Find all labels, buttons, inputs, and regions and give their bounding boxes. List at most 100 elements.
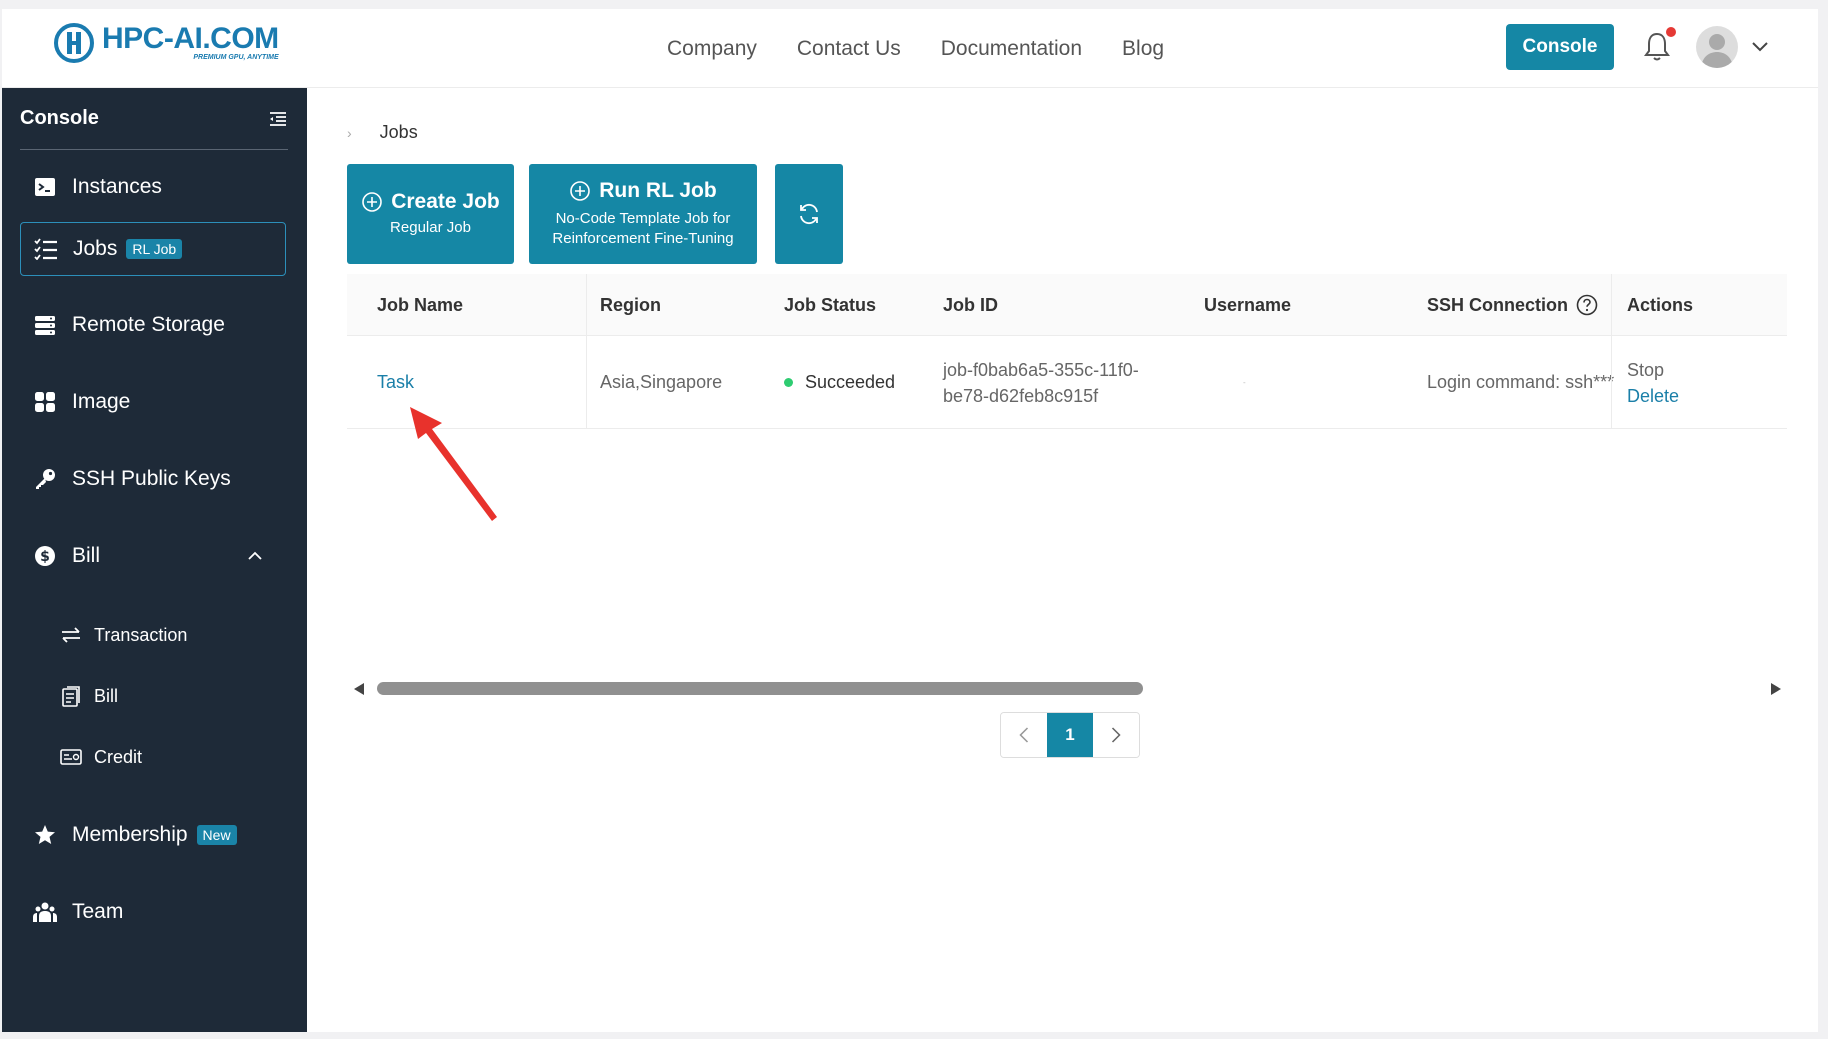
sidebar-item-team[interactable]: Team bbox=[20, 885, 286, 939]
sidebar-item-bill[interactable]: $ Bill bbox=[20, 529, 286, 583]
sidebar-item-label: Membership bbox=[72, 823, 188, 846]
scrollbar-thumb[interactable] bbox=[377, 682, 1143, 695]
sidebar-sub-bill[interactable]: Bill bbox=[60, 676, 118, 716]
chevron-right-icon bbox=[1111, 727, 1121, 743]
col-divider bbox=[586, 336, 587, 429]
create-job-title: Create Job bbox=[391, 190, 500, 213]
task-list-icon bbox=[34, 238, 57, 260]
sidebar-sub-transaction[interactable]: Transaction bbox=[60, 615, 187, 655]
cell-actions: Stop Delete bbox=[1627, 336, 1679, 429]
sidebar-item-image[interactable]: Image bbox=[20, 375, 286, 429]
sidebar-item-label: Instances bbox=[72, 175, 162, 198]
sidebar-sub-credit[interactable]: Credit bbox=[60, 737, 142, 777]
sidebar-item-remote-storage[interactable]: Remote Storage bbox=[20, 298, 286, 352]
team-icon bbox=[33, 902, 57, 922]
receipt-icon bbox=[62, 686, 80, 707]
console-button[interactable]: Console bbox=[1506, 24, 1614, 70]
horizontal-scrollbar[interactable] bbox=[347, 679, 1787, 697]
cell-job-id: job-f0bab6a5-355c-11f0- be78-d62feb8c915… bbox=[943, 336, 1139, 429]
status-dot bbox=[784, 378, 793, 387]
delete-action[interactable]: Delete bbox=[1627, 383, 1679, 409]
cell-region: Asia,Singapore bbox=[600, 372, 723, 392]
stop-action[interactable]: Stop bbox=[1627, 357, 1664, 383]
nav-documentation[interactable]: Documentation bbox=[941, 37, 1082, 61]
nav-blog[interactable]: Blog bbox=[1122, 37, 1164, 61]
job-id-line1: job-f0bab6a5-355c-11f0- bbox=[943, 359, 1139, 380]
col-ssh-connection-label: SSH Connection bbox=[1427, 294, 1569, 315]
logo-mark-icon bbox=[54, 23, 94, 63]
chevron-right-icon: › bbox=[347, 124, 352, 141]
page-1-button[interactable]: 1 bbox=[1047, 713, 1093, 757]
storage-icon bbox=[35, 316, 55, 335]
table-header: Job Name Region Job Status Job ID Userna… bbox=[347, 274, 1787, 336]
sidebar-header: Console bbox=[20, 88, 288, 150]
chevron-left-icon bbox=[1019, 727, 1029, 743]
avatar[interactable] bbox=[1696, 26, 1738, 68]
sidebar-item-label: Bill bbox=[72, 544, 101, 567]
sidebar-item-label: Jobs bbox=[73, 237, 118, 260]
col-actions: Actions bbox=[1627, 294, 1694, 315]
sidebar-title: Console bbox=[20, 107, 99, 129]
terminal-icon bbox=[35, 178, 55, 196]
cell-job-status: Succeeded bbox=[784, 336, 895, 429]
pagination: 1 bbox=[1000, 712, 1140, 758]
col-divider bbox=[1611, 274, 1612, 336]
rl-job-badge: RL Job bbox=[126, 239, 183, 259]
cell-ssh-connection: Login command: ssh*** bbox=[1427, 372, 1615, 392]
scroll-left-icon[interactable] bbox=[353, 682, 365, 696]
refresh-icon bbox=[800, 203, 818, 225]
next-page-button[interactable] bbox=[1093, 713, 1139, 757]
prev-page-button[interactable] bbox=[1001, 713, 1047, 757]
refresh-button[interactable] bbox=[775, 164, 843, 264]
sidebar-item-label: SSH Public Keys bbox=[72, 467, 231, 490]
table-row: Task Asia,Singapore Succeeded job-f0bab6… bbox=[347, 336, 1787, 429]
dollar-circle-icon: $ bbox=[35, 546, 55, 566]
col-region: Region bbox=[600, 294, 661, 315]
sidebar-item-jobs[interactable]: Jobs RL Job bbox=[20, 222, 286, 276]
run-rl-job-button[interactable]: Run RL Job No-Code Template Job for Rein… bbox=[529, 164, 757, 264]
cell-username: - bbox=[1243, 378, 1246, 387]
collapse-menu-icon[interactable] bbox=[268, 109, 288, 129]
user-avatar-icon bbox=[1701, 34, 1733, 68]
star-icon bbox=[35, 825, 55, 844]
sidebar-item-label: Remote Storage bbox=[72, 313, 225, 336]
chevron-down-icon[interactable] bbox=[1750, 39, 1770, 55]
create-job-subtitle: Regular Job bbox=[390, 219, 471, 236]
logo-text: HPC-AI.COM bbox=[102, 22, 279, 55]
plus-circle-icon bbox=[570, 181, 591, 201]
col-job-name: Job Name bbox=[377, 294, 464, 315]
scroll-right-icon[interactable] bbox=[1770, 682, 1782, 696]
col-divider bbox=[586, 274, 587, 336]
col-job-status: Job Status bbox=[784, 294, 877, 315]
nav-company[interactable]: Company bbox=[667, 37, 757, 61]
chevron-up-icon[interactable] bbox=[246, 547, 264, 565]
key-icon bbox=[36, 469, 55, 489]
run-rl-job-subtitle: No-Code Template Job for Reinforcement F… bbox=[552, 209, 733, 249]
jobs-table: Job Name Region Job Status Job ID Userna… bbox=[347, 274, 1787, 429]
status-text: Succeeded bbox=[805, 372, 896, 392]
col-ssh-connection: SSH Connection bbox=[1427, 274, 1598, 336]
job-id-line2: be78-d62feb8c915f bbox=[943, 385, 1099, 406]
plus-circle-icon bbox=[362, 192, 383, 212]
logo-tagline: PREMIUM GPU, ANYTIME bbox=[193, 54, 279, 61]
sidebar-item-instances[interactable]: Instances bbox=[20, 160, 286, 214]
run-rl-job-title: Run RL Job bbox=[599, 179, 717, 202]
col-job-id: Job ID bbox=[943, 294, 999, 315]
nav-contact-us[interactable]: Contact Us bbox=[797, 37, 901, 61]
sidebar-item-label: Image bbox=[72, 390, 131, 413]
annotation-arrow-icon bbox=[410, 407, 497, 521]
sidebar-sub-label: Credit bbox=[94, 746, 143, 767]
col-divider bbox=[1611, 336, 1612, 429]
sidebar-item-ssh-public-keys[interactable]: SSH Public Keys bbox=[20, 452, 286, 506]
run-rl-job-subtitle-line1: No-Code Template Job for bbox=[555, 210, 731, 227]
sidebar: Console Instances Jobs RL Job Remote Sto… bbox=[2, 88, 307, 1032]
run-rl-job-subtitle-line2: Reinforcement Fine-Tuning bbox=[552, 230, 734, 247]
sidebar-item-label: Team bbox=[72, 900, 124, 923]
create-job-button[interactable]: Create Job Regular Job bbox=[347, 164, 514, 264]
sidebar-item-membership[interactable]: Membership New bbox=[20, 808, 286, 862]
svg-text:$: $ bbox=[40, 549, 50, 565]
logo[interactable]: HPC-AI.COM PREMIUM GPU, ANYTIME bbox=[54, 23, 279, 75]
help-circle-icon[interactable] bbox=[1576, 294, 1598, 316]
top-header: HPC-AI.COM PREMIUM GPU, ANYTIME Company … bbox=[2, 9, 1818, 88]
app-frame: HPC-AI.COM PREMIUM GPU, ANYTIME Company … bbox=[2, 9, 1818, 1032]
